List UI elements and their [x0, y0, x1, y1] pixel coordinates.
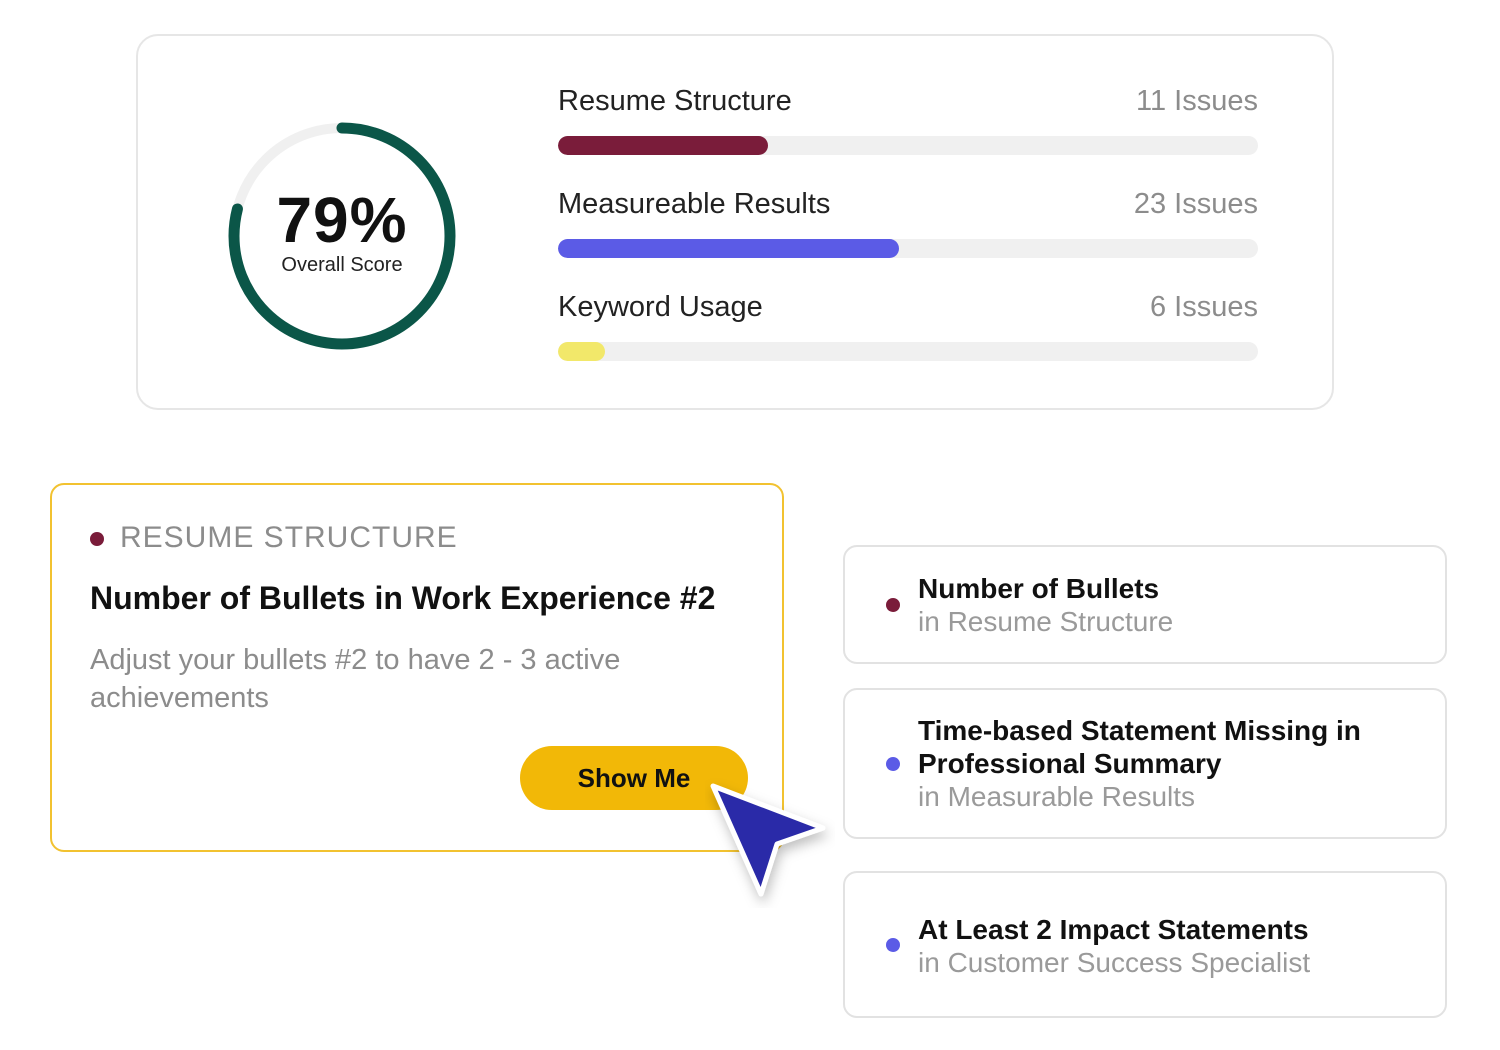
issue-description: Adjust your bullets #2 to have 2 - 3 act… [90, 644, 621, 714]
issue-dot-icon [886, 938, 900, 952]
metric-progress-fill [558, 239, 899, 258]
issue-dot-icon [886, 757, 900, 771]
issue-item-title: Number of Bullets [918, 573, 1160, 604]
issue-category-label: RESUME STRUCTURE [120, 521, 458, 554]
metric-progress-fill [558, 136, 768, 155]
score-card: 79% Overall Score Resume Structure 11 Is… [136, 34, 1334, 410]
issue-item[interactable]: At Least 2 Impact Statements in Customer… [843, 871, 1447, 1018]
issue-item-text: Number of Bullets in Resume Structure [918, 572, 1173, 638]
issue-item-title: At Least 2 Impact Statements [918, 914, 1309, 945]
metric-name: Resume Structure [558, 85, 792, 117]
category-dot-icon [90, 532, 104, 546]
issue-title: Number of Bullets in Work Experience #2 [90, 580, 716, 616]
metric-issue-count: 6 Issues [1150, 291, 1258, 323]
metric-name: Keyword Usage [558, 291, 763, 323]
metric-progress-fill [558, 342, 605, 361]
score-text: 79% Overall Score [226, 188, 458, 276]
metric-issue-count: 23 Issues [1133, 188, 1258, 220]
issue-item[interactable]: Time-based Statement Missing in Professi… [843, 688, 1447, 839]
issue-item-text: At Least 2 Impact Statements in Customer… [918, 913, 1310, 979]
overall-score-label: Overall Score [281, 254, 403, 276]
issue-item-subtitle: in Measurable Results [918, 781, 1196, 812]
metric-progress-track [558, 136, 1258, 155]
metric-issue-count: 11 Issues [1136, 85, 1258, 117]
issue-detail-card: RESUME STRUCTURE Number of Bullets in Wo… [50, 483, 784, 852]
pointer-arrow-icon [705, 778, 835, 908]
issue-item-text: Time-based Statement Missing in Professi… [918, 714, 1418, 813]
overall-score-ring: 79% Overall Score [226, 120, 458, 352]
metric-name: Measureable Results [558, 188, 831, 220]
metric-progress-track [558, 239, 1258, 258]
issue-item[interactable]: Number of Bullets in Resume Structure [843, 545, 1447, 664]
issue-item-subtitle: in Resume Structure [918, 606, 1174, 637]
issue-item-subtitle: in Customer Success Specialist [918, 947, 1311, 978]
issue-item-title: Time-based Statement Missing in Professi… [918, 715, 1361, 779]
overall-score-value: 79% [276, 184, 408, 256]
issue-dot-icon [886, 598, 900, 612]
metric-progress-track [558, 342, 1258, 361]
